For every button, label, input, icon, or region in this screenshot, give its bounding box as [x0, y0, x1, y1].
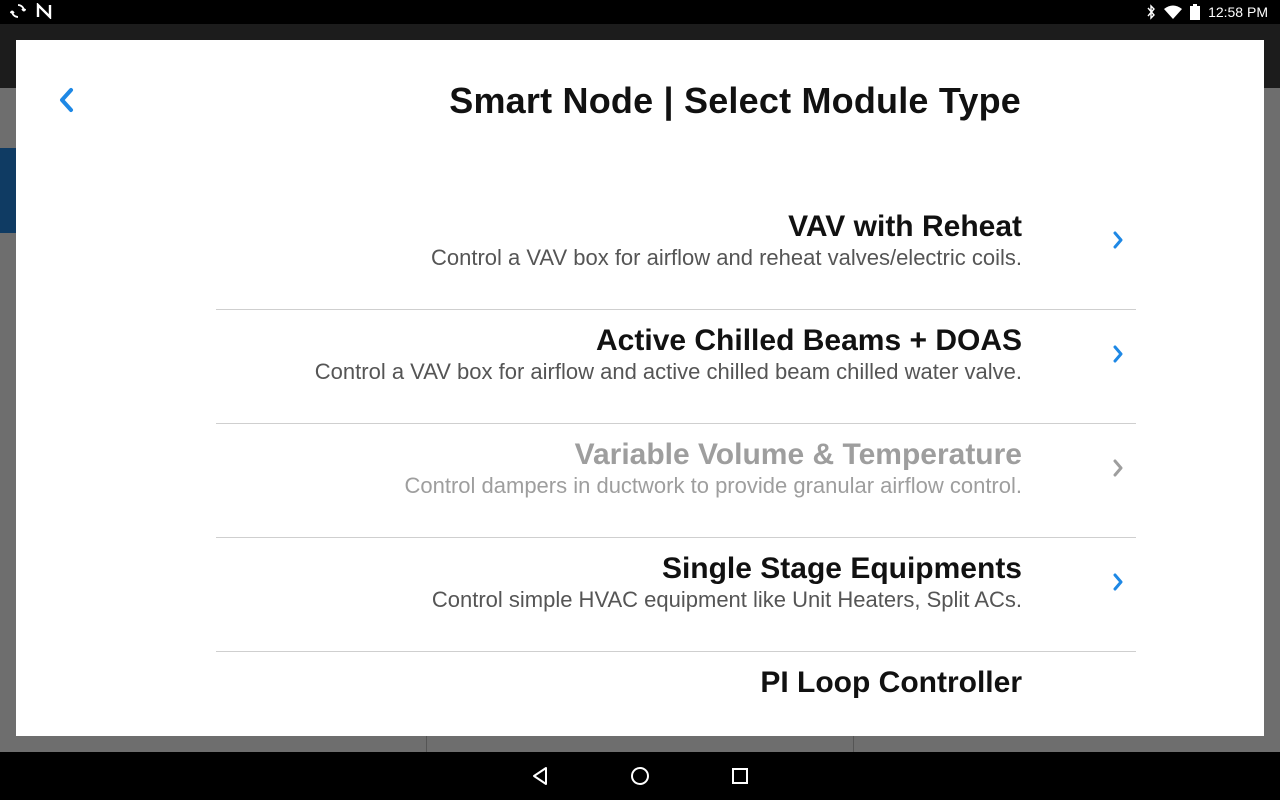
module-item-pi-loop-controller[interactable]: PI Loop Controller	[216, 652, 1136, 736]
module-description: Control simple HVAC equipment like Unit …	[431, 587, 1022, 612]
module-description: Control a VAV box for airflow and reheat…	[430, 245, 1022, 270]
select-module-dialog: Smart Node | Select Module Type VAV with…	[16, 40, 1264, 736]
status-bar: 12:58 PM	[0, 0, 1280, 24]
chevron-right-icon	[1108, 228, 1128, 252]
module-text: VAV with Reheat Control a VAV box for ai…	[431, 210, 1022, 272]
module-title: VAV with Reheat	[788, 210, 1022, 243]
module-description: Control a VAV box for airflow and active…	[314, 359, 1022, 384]
module-title: Variable Volume & Temperature	[574, 438, 1022, 471]
module-title: PI Loop Controller	[760, 666, 1022, 699]
status-time: 12:58 PM	[1208, 4, 1268, 20]
wifi-icon	[1164, 5, 1183, 19]
bluetooth-icon	[1146, 4, 1156, 20]
module-item-vav-reheat[interactable]: VAV with Reheat Control a VAV box for ai…	[216, 196, 1136, 310]
module-title: Active Chilled Beams + DOAS	[596, 324, 1022, 357]
chevron-right-icon	[1108, 456, 1128, 480]
module-item-variable-volume-temperature[interactable]: Variable Volume & Temperature Control da…	[216, 424, 1136, 538]
module-title: Single Stage Equipments	[661, 552, 1022, 585]
module-text: PI Loop Controller	[760, 666, 1022, 700]
module-description: Control dampers in ductwork to provide g…	[404, 473, 1022, 498]
module-text: Variable Volume & Temperature Control da…	[404, 438, 1022, 500]
sync-icon	[10, 3, 26, 19]
nav-home-icon[interactable]	[628, 764, 652, 788]
n-app-icon	[36, 3, 52, 19]
nav-recents-icon[interactable]	[728, 764, 752, 788]
module-text: Active Chilled Beams + DOAS Control a VA…	[315, 324, 1022, 386]
module-list: VAV with Reheat Control a VAV box for ai…	[216, 196, 1136, 736]
module-text: Single Stage Equipments Control simple H…	[432, 552, 1022, 614]
background-tab	[0, 148, 16, 233]
background-divider	[426, 736, 854, 752]
navigation-bar	[0, 752, 1280, 800]
chevron-right-icon	[1108, 342, 1128, 366]
status-left	[10, 3, 52, 19]
module-item-single-stage-equipments[interactable]: Single Stage Equipments Control simple H…	[216, 538, 1136, 652]
battery-icon	[1190, 4, 1201, 20]
status-right: 12:58 PM	[1146, 0, 1268, 24]
chevron-left-icon	[57, 87, 75, 118]
nav-back-icon[interactable]	[528, 764, 552, 788]
back-button[interactable]	[52, 86, 80, 118]
module-item-active-chilled-beams[interactable]: Active Chilled Beams + DOAS Control a VA…	[216, 310, 1136, 424]
chevron-right-icon	[1108, 570, 1128, 594]
dialog-title: Smart Node | Select Module Type	[449, 80, 1021, 121]
